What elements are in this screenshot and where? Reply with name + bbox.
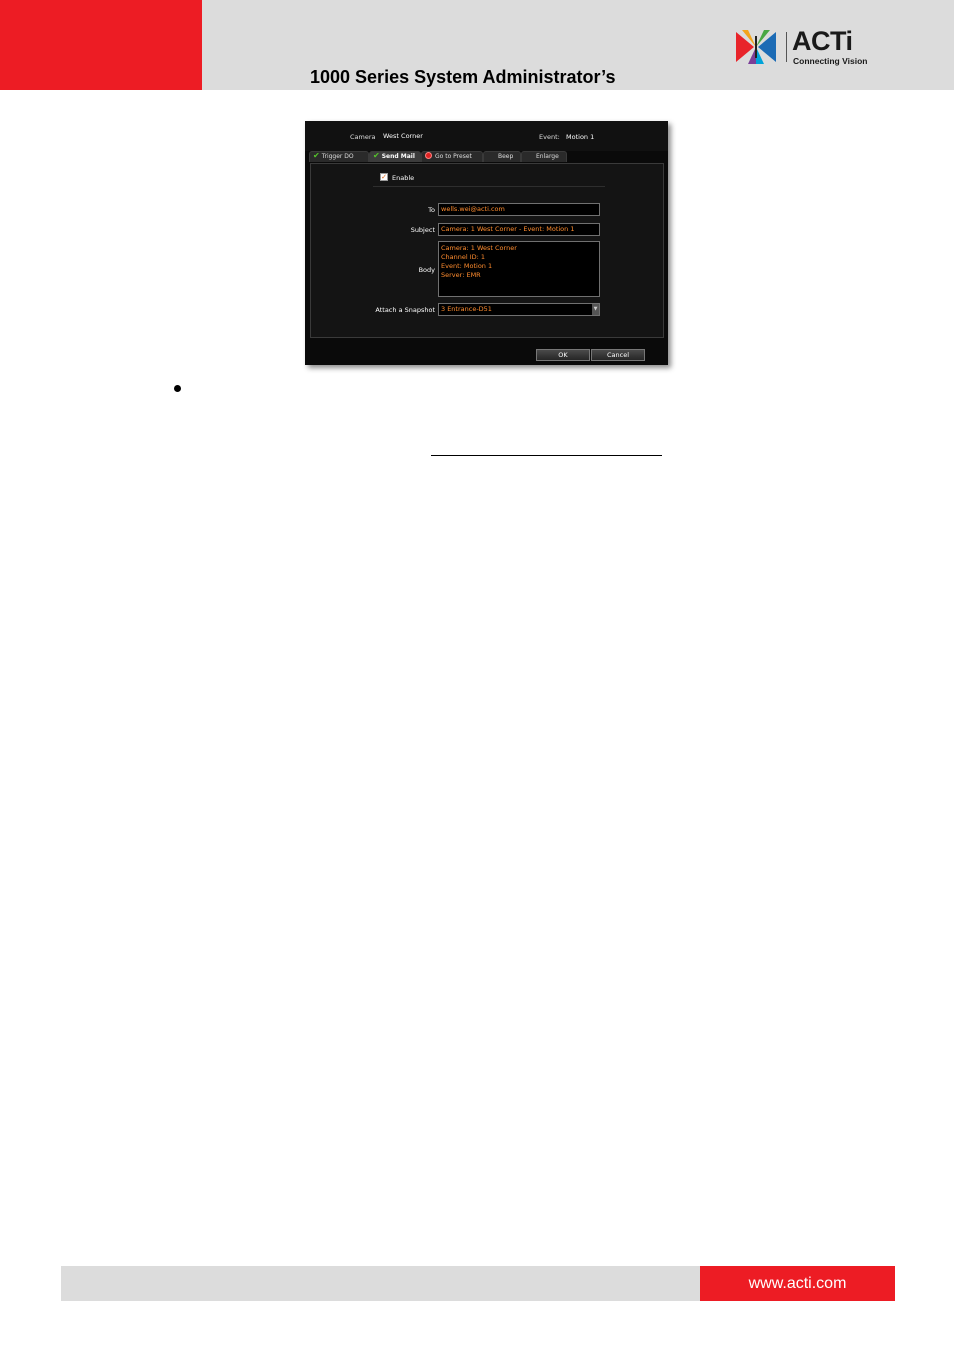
footer-url: www.acti.com	[748, 1275, 847, 1292]
body-line: Channel ID: 1	[441, 253, 486, 261]
subject-field[interactable]: Camera: 1 West Corner - Event: Motion 1	[438, 223, 600, 236]
snapshot-value: 3 Entrance-D51	[441, 305, 492, 313]
acti-logo: ACTi Connecting Vision	[734, 26, 874, 68]
snapshot-select[interactable]: 3 Entrance-D51 ▼	[438, 303, 600, 316]
snapshot-label: Attach a Snapshot	[375, 306, 435, 314]
check-icon: ✔	[373, 151, 380, 160]
butterfly-logo-icon	[736, 30, 776, 64]
tab-beep[interactable]: Beep	[483, 151, 521, 162]
body-line: Server: EMR	[441, 271, 481, 279]
ok-button[interactable]: OK	[536, 349, 590, 361]
camera-label: Camera	[350, 133, 376, 141]
dialog-info-bar: Camera West Corner Event: Motion 1	[305, 121, 668, 151]
page-header: 1000 Series System Administrator’s ACTi …	[0, 0, 954, 90]
send-mail-dialog: Camera West Corner Event: Motion 1 ✔ Trig…	[305, 121, 668, 365]
document-title: 1000 Series System Administrator’s	[310, 67, 616, 87]
bullet-point	[174, 385, 181, 392]
event-label: Event:	[539, 133, 560, 141]
tab-trigger-do[interactable]: ✔ Trigger DO	[309, 151, 369, 162]
check-icon: ✔	[313, 151, 320, 160]
logo-wordmark: ACTi	[792, 26, 853, 56]
body-label: Body	[418, 266, 435, 274]
underline	[431, 455, 662, 456]
tab-enlarge[interactable]: Enlarge	[521, 151, 567, 162]
enable-checkbox[interactable]: ✓	[380, 173, 388, 181]
logo-separator	[786, 32, 787, 62]
camera-value: West Corner	[383, 132, 423, 140]
to-label: To	[428, 206, 435, 214]
stop-icon	[425, 152, 432, 159]
body-line: Camera: 1 West Corner	[441, 244, 517, 252]
tab-label: Beep	[498, 153, 514, 160]
tab-send-mail[interactable]: ✔ Send Mail	[369, 151, 421, 162]
tab-label: Trigger DO	[321, 153, 354, 160]
tab-go-to-preset[interactable]: Go to Preset	[421, 151, 483, 162]
tab-label: Go to Preset	[435, 153, 472, 160]
body-line: Event: Motion 1	[441, 262, 493, 270]
subject-label: Subject	[410, 226, 435, 234]
tab-label: Send Mail	[381, 153, 415, 160]
logo-tagline: Connecting Vision	[793, 56, 868, 66]
chevron-down-icon[interactable]: ▼	[592, 304, 599, 315]
enable-label: Enable	[392, 174, 415, 182]
cancel-button[interactable]: Cancel	[591, 349, 645, 361]
body-textarea[interactable]: Camera: 1 West Corner Channel ID: 1 Even…	[438, 241, 600, 297]
tab-label: Enlarge	[536, 153, 559, 160]
divider	[373, 186, 605, 187]
to-field[interactable]: wells.wei@acti.com	[438, 203, 600, 216]
send-mail-panel: ✓ Enable To wells.wei@acti.com Subject C…	[310, 163, 664, 338]
header-red-block	[0, 0, 202, 90]
event-value: Motion 1	[566, 133, 595, 141]
